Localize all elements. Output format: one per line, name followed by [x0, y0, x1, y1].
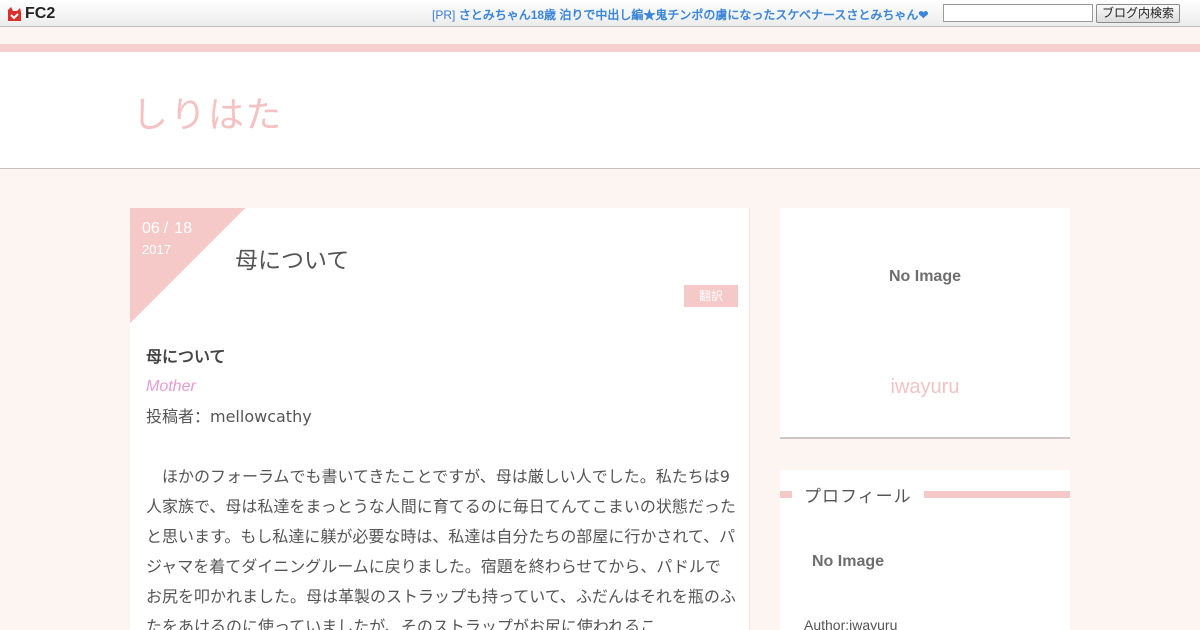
fc2-logo-text: FC2	[25, 5, 56, 22]
english-title: Mother	[146, 378, 196, 395]
date-year: 2017	[142, 242, 171, 257]
author-line: 投稿者：mellowcathy	[146, 407, 312, 426]
post-date: 06/ 18	[142, 220, 192, 238]
date-day: 18	[174, 220, 193, 237]
article-paragraph: ほかのフォーラムでも書いてきたことですが、母は厳しい人でした。私たちは9人家族で…	[146, 467, 736, 630]
date-separator: /	[163, 220, 169, 237]
pr-ad-link[interactable]: [PR] さとみちゃん18歳 泊りで中出し編★鬼チンポの虜になったスケベナースさ…	[432, 6, 928, 23]
pr-label: [PR]	[432, 8, 456, 22]
sidebar-author-name[interactable]: iwayuru	[780, 376, 1070, 399]
profile-author: Author:iwayuru	[804, 617, 898, 630]
site-header: しりはた	[0, 52, 1200, 169]
heading-bar-right	[924, 491, 1070, 498]
sidebar-author-card: No Image iwayuru	[780, 208, 1070, 439]
profile-widget: プロフィール No Image Author:iwayuru	[780, 470, 1070, 630]
fc2-top-bar: FC2 [PR] さとみちゃん18歳 泊りで中出し編★鬼チンポの虜になったスケベ…	[0, 0, 1200, 27]
header-accent-stripe	[0, 44, 1200, 52]
article-heading: 母について	[146, 347, 226, 366]
blog-search-button[interactable]: ブログ内検索	[1096, 4, 1180, 23]
fc2-logo[interactable]: FC2	[6, 4, 55, 24]
profile-heading: プロフィール	[780, 482, 1070, 507]
profile-no-image: No Image	[812, 553, 885, 570]
article-title[interactable]: 母について	[235, 241, 349, 275]
no-image-placeholder: No Image	[888, 268, 961, 285]
blog-search-input[interactable]	[943, 4, 1093, 22]
category-badge[interactable]: 翻訳	[684, 285, 738, 307]
article-card: 06/ 18 2017 母について 翻訳 母について Mother 投稿者：mel…	[130, 208, 750, 630]
pr-link-text[interactable]: さとみちゃん18歳 泊りで中出し編★鬼チンポの虜になったスケベナースさとみちゃん…	[459, 8, 929, 22]
fc2-fox-icon	[6, 6, 23, 23]
profile-heading-label: プロフィール	[804, 487, 912, 507]
site-title[interactable]: しりはた	[132, 86, 283, 138]
heading-bar-left	[780, 491, 792, 498]
date-month: 06	[142, 220, 160, 237]
article-body: 母について Mother 投稿者：mellowcathy ほかのフォーラムでも書…	[146, 342, 736, 630]
